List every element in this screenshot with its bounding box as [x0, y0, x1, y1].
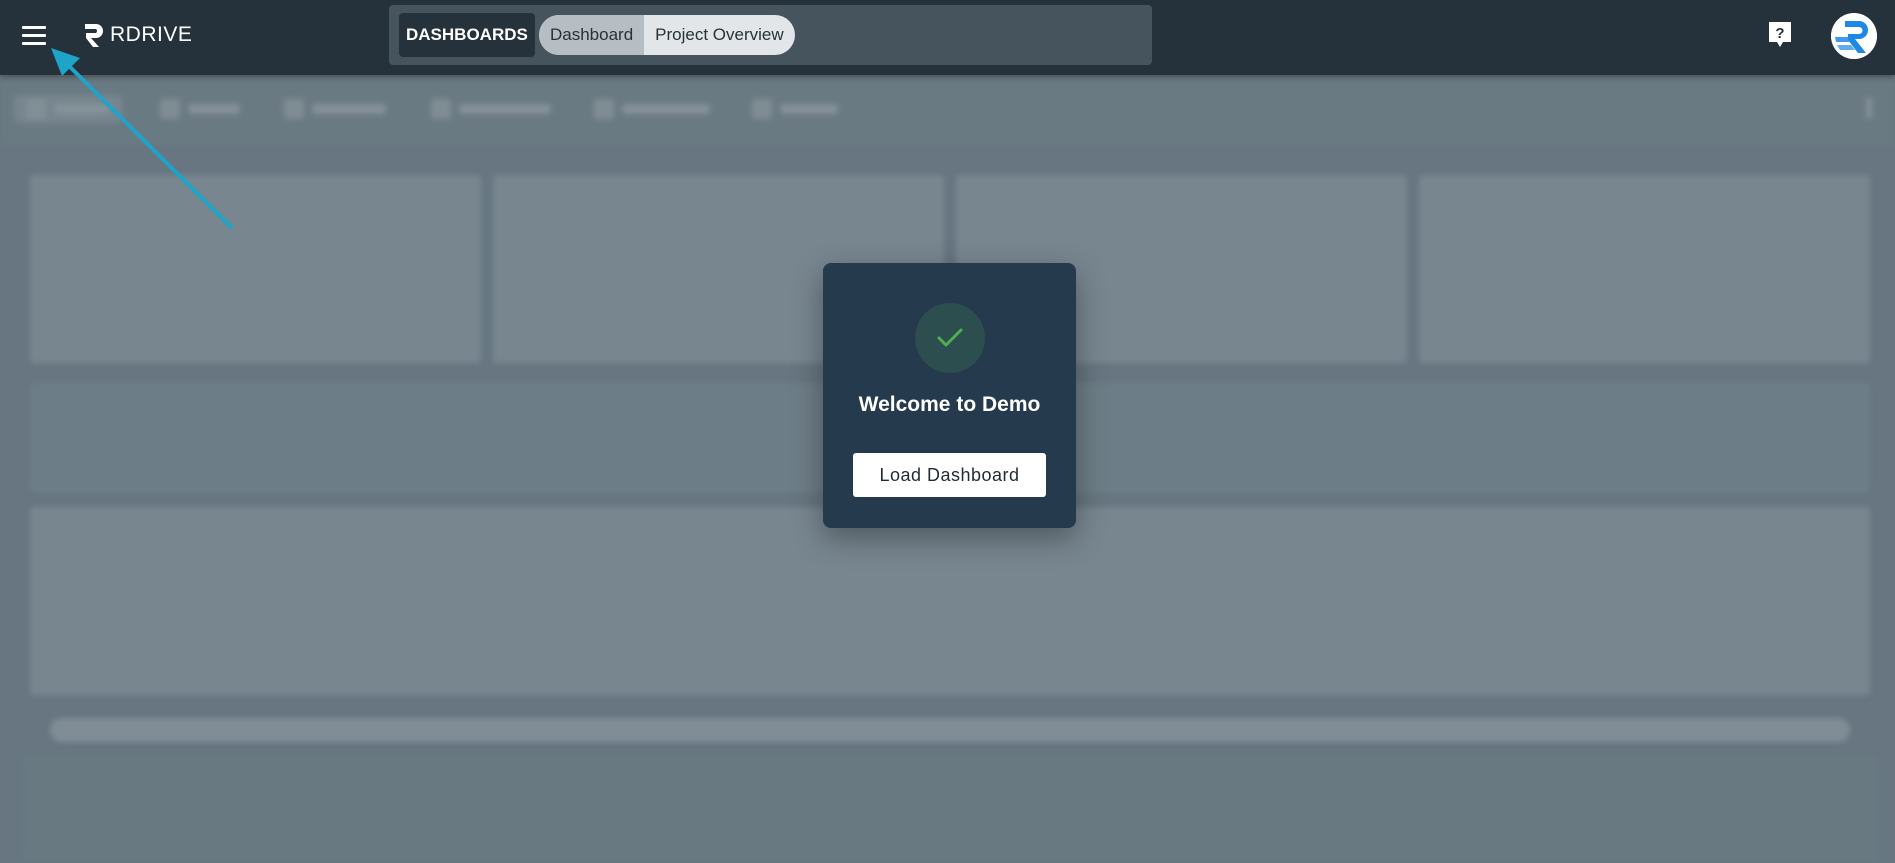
dialog-title: Welcome to Demo — [858, 393, 1041, 416]
hamburger-menu-icon[interactable] — [16, 20, 52, 50]
success-check-badge — [915, 303, 985, 373]
menu-line — [22, 25, 46, 29]
menu-line — [22, 33, 46, 37]
rdrive-logo-icon — [85, 24, 103, 47]
rdrive-avatar-icon — [1831, 13, 1877, 59]
load-dashboard-button[interactable]: Load Dashboard — [853, 453, 1046, 497]
chip-dashboard[interactable]: Dashboard — [539, 15, 645, 55]
top-bar: RDRIVE DASHBOARDS Dashboard Project Over… — [0, 0, 1895, 75]
svg-text:?: ? — [1775, 25, 1784, 42]
dashboard-nav-group: DASHBOARDS Dashboard Project Overview — [389, 5, 1152, 65]
user-avatar[interactable] — [1831, 13, 1877, 59]
chip-project-overview[interactable]: Project Overview — [644, 15, 794, 55]
app-logo[interactable]: RDRIVE — [82, 20, 192, 50]
check-icon — [937, 328, 963, 347]
dashboard-chip-group: Dashboard Project Overview — [539, 15, 795, 55]
welcome-dialog: Welcome to Demo Load Dashboard — [823, 263, 1076, 528]
menu-line — [22, 41, 46, 45]
dashboards-label[interactable]: DASHBOARDS — [399, 13, 535, 57]
logo-text: RDRIVE — [110, 23, 193, 46]
help-question-icon[interactable]: ? — [1767, 20, 1793, 50]
